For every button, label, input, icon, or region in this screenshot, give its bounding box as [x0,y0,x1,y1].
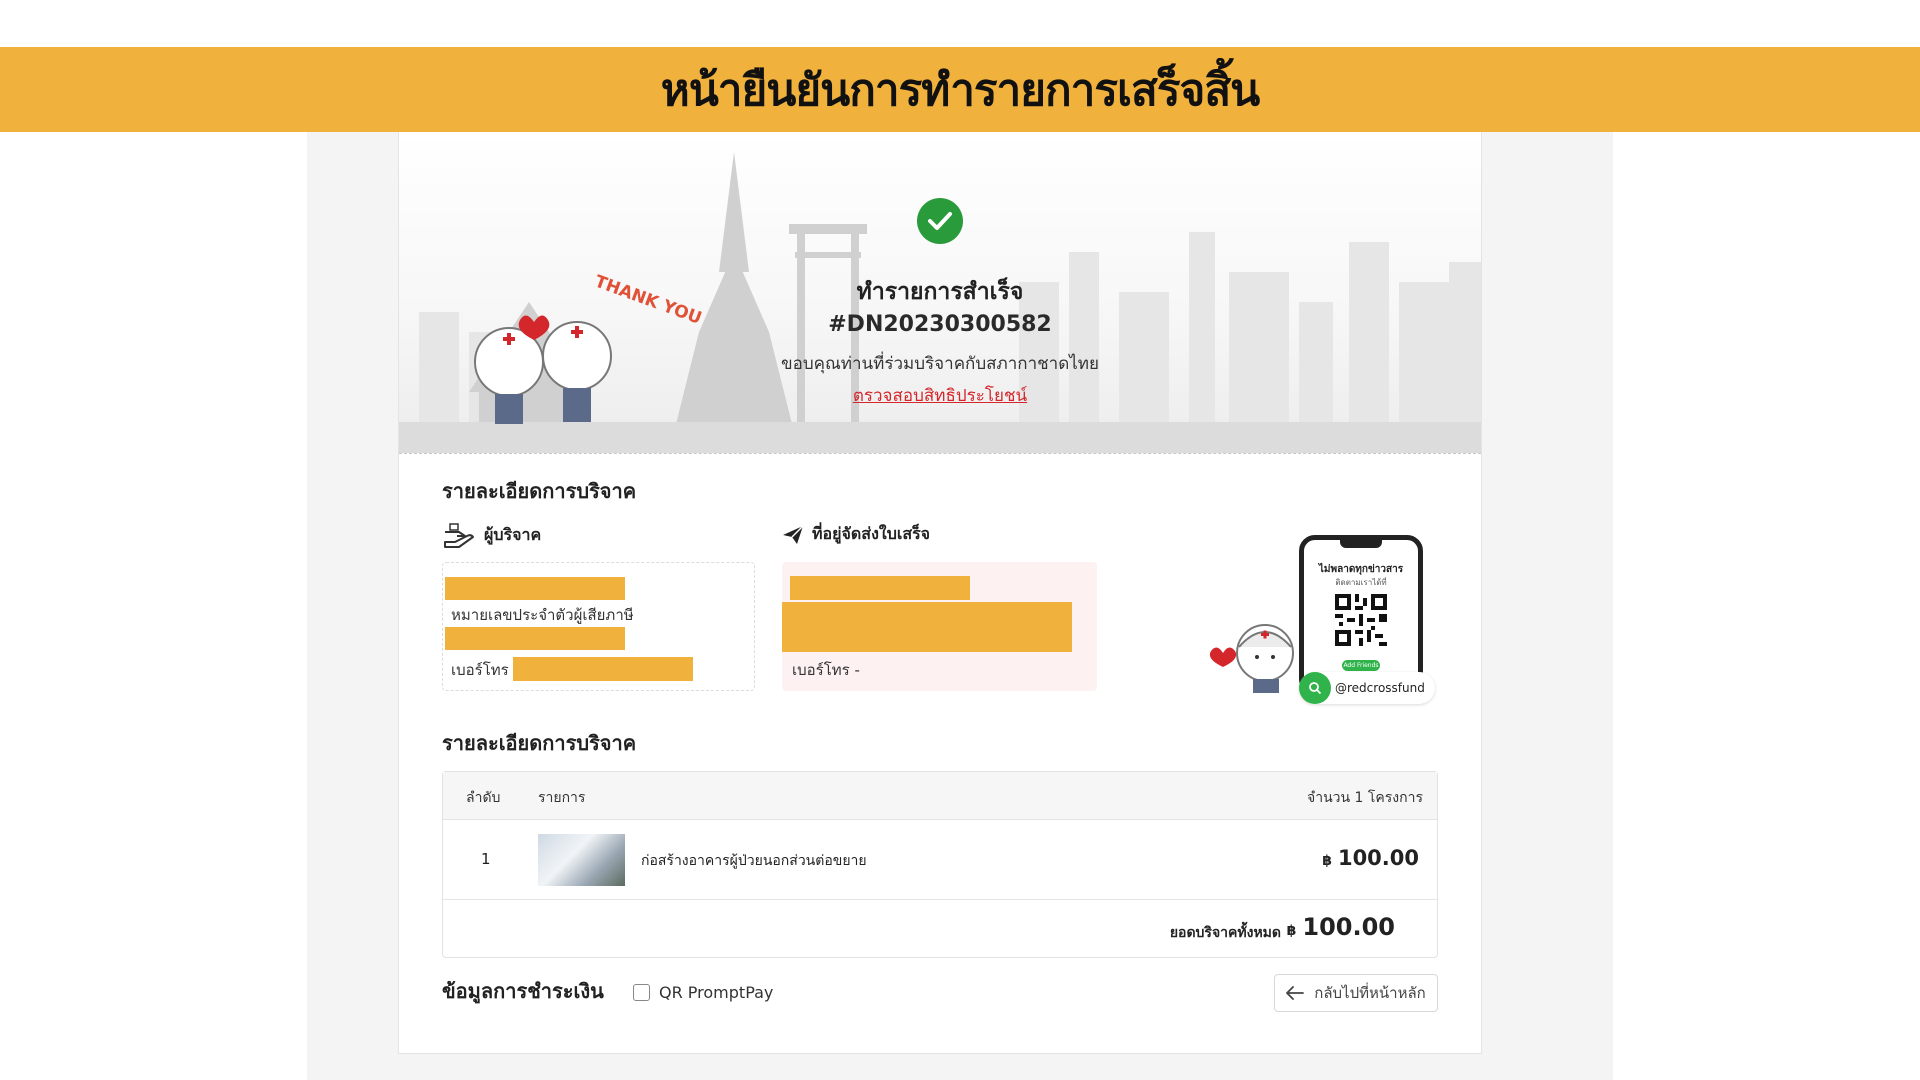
success-hero: THANK YOU ทำรายการสำเร็จ #DN20230300582 … [399,132,1481,454]
hand-donate-icon [444,523,474,548]
redacted-recipient-name [790,576,970,600]
line-headline: ไม่พลาดทุกข่าวสาร [1318,564,1404,575]
paper-plane-icon [783,524,804,544]
row-index: 1 [481,850,491,868]
transaction-reference: #DN20230300582 [828,312,1052,337]
address-heading-label: ที่อยู่จัดส่งใบเสร็จ [812,524,931,543]
line-search-icon [1299,672,1331,704]
arrow-left-icon [1286,986,1305,1000]
thank-you-message: ขอบคุณท่านที่ร่วมบริจาคกับสภากาชาดไทย [781,354,1099,374]
donation-items-table: ลำดับ รายการ จำนวน 1 โครงการ 1 ก่อสร้างอ… [442,771,1438,958]
success-title: ทำรายการสำเร็จ [856,279,1024,305]
qr-code-image[interactable] [1335,594,1387,646]
redacted-address [782,602,1072,652]
row-amount-value: 100.00 [1337,846,1419,870]
address-heading: ที่อยู่จัดส่งใบเสร็จ [782,522,930,547]
donation-details-title: รายละเอียดการบริจาค [442,479,637,503]
back-to-home-label[interactable]: กลับไปที่หน้าหลัก [1314,981,1425,1005]
confirmation-card: THANK YOU ทำรายการสำเร็จ #DN20230300582 … [398,132,1482,1054]
total-currency-symbol: ฿ [1286,923,1297,939]
table-row: 1 ก่อสร้างอาคารผู้ป่วยนอกส่วนต่อขยาย ฿ 10… [443,820,1437,900]
total-amount: ฿ 100.00 [1287,913,1395,941]
address-phone-label-text: เบอร์โทร [792,661,850,679]
shipping-address-box: เบอร์โทร - [782,562,1097,691]
row-item-name: ก่อสร้างอาคารผู้ป่วยนอกส่วนต่อขยาย [641,853,867,869]
donor-heading: ผู้บริจาค [442,522,541,548]
phone-mockup: ไม่พลาดทุกข่าวสาร ติดตามเราได้ที่ Add Fr… [1299,535,1423,695]
qr-promptpay-checkbox[interactable] [633,984,650,1001]
success-check-icon [917,198,963,244]
donor-heading-label: ผู้บริจาค [484,524,542,544]
project-thumbnail [538,834,625,886]
check-benefits-link-text[interactable]: ตรวจสอบสิทธิประโยชน์ [853,386,1027,406]
line-account-pill[interactable]: @redcrossfund [1299,672,1435,704]
page-title: หน้ายืนยันการทำรายการเสร็จสิ้น [660,64,1261,116]
column-index: ลำดับ [466,790,501,806]
line-promo: ไม่พลาดทุกข่าวสาร ติดตามเราได้ที่ Add Fr… [1207,525,1447,705]
qr-promptpay-label[interactable]: QR PromptPay [659,983,773,1002]
table-total: ยอดบริจาคทั้งหมด ฿ 100.00 [443,900,1437,957]
table-header: ลำดับ รายการ จำนวน 1 โครงการ [443,772,1437,820]
tax-id-label: หมายเลขประจำตัวผู้เสียภาษี [451,606,634,624]
column-count: จำนวน 1 โครงการ [1307,790,1423,806]
payment-info-title: ข้อมูลการชำระเงิน [442,979,604,1003]
address-phone-label: เบอร์โทร - [792,658,860,682]
row-amount: ฿ 100.00 [1322,846,1419,870]
qr-promptpay-option[interactable]: QR PromptPay [633,983,773,1002]
items-section-title: รายละเอียดการบริจาค [442,731,637,755]
line-subline: ติดตามเราได้ที่ [1335,578,1387,587]
phone-notch [1340,540,1382,548]
line-account-name: @redcrossfund [1335,681,1425,695]
redacted-donor-phone [513,657,693,681]
donor-phone-label: เบอร์โทร [451,661,509,679]
total-amount-value: 100.00 [1302,913,1395,941]
row-currency-symbol: ฿ [1322,853,1332,869]
mascot-heart-illustration [1209,624,1294,693]
donor-info-box: หมายเลขประจำตัวผู้เสียภาษี เบอร์โทร [442,562,755,691]
redacted-tax-id [445,627,625,650]
address-phone-value: - [854,661,860,679]
total-label: ยอดบริจาคทั้งหมด [1169,925,1281,941]
page-banner: หน้ายืนยันการทำรายการเสร็จสิ้น [0,47,1920,132]
redacted-donor-name [445,577,625,600]
add-friend-button[interactable]: Add Friends [1342,660,1380,671]
back-to-home-button[interactable]: กลับไปที่หน้าหลัก [1274,974,1438,1012]
column-item: รายการ [538,790,586,806]
check-benefits-link[interactable]: ตรวจสอบสิทธิประโยชน์ [399,382,1481,409]
